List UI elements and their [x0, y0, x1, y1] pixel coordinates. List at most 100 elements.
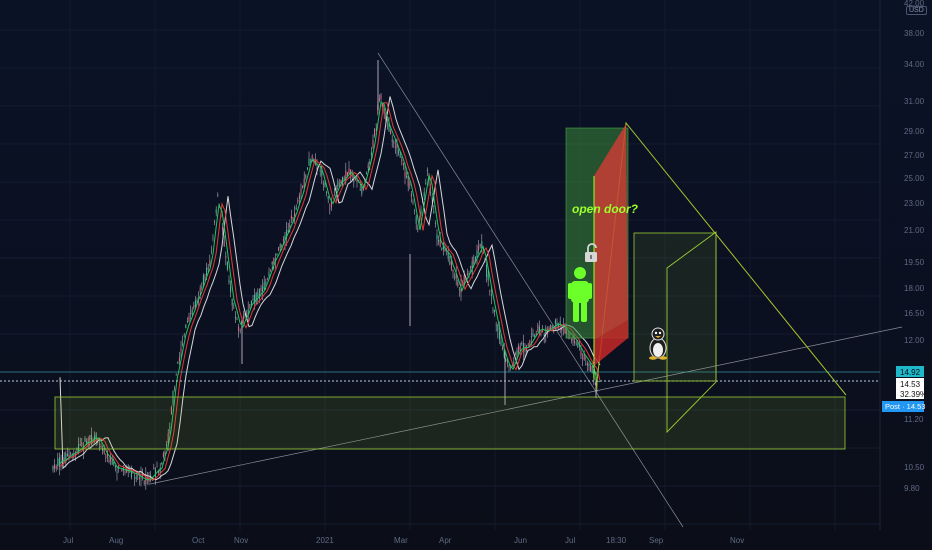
candle-body [268, 272, 270, 277]
candle-body [406, 175, 408, 178]
candle-body [426, 170, 428, 172]
candle-body [324, 182, 326, 188]
candle-body [278, 247, 280, 251]
candle-body [194, 300, 196, 307]
candle-body [57, 458, 59, 466]
candle-body [346, 172, 348, 176]
candle-body [495, 324, 497, 326]
candle-body [121, 469, 123, 472]
candle-body [466, 273, 468, 275]
candle-body [423, 192, 425, 197]
candle-body [398, 150, 400, 154]
candle-body [521, 342, 523, 344]
candle-body [425, 182, 427, 184]
candle-body [401, 159, 403, 162]
candle-body [502, 347, 504, 350]
chart-root: 42.00 38.00 34.00 31.00 29.00 27.00 25.00 23.00… [0, 0, 932, 550]
candle-body [537, 325, 539, 332]
candle-body [308, 158, 310, 166]
candle-body [498, 331, 500, 340]
y-tick-label: 18.00 [904, 284, 925, 293]
person-leg [573, 300, 579, 322]
candle-body [188, 316, 190, 322]
candle-body [319, 170, 321, 172]
candle-body [108, 460, 110, 463]
y-tick-label: 23.00 [904, 199, 925, 208]
x-tick-label: Mar [394, 536, 408, 545]
candle-body [420, 209, 422, 215]
candle-body [366, 172, 368, 174]
candle-body [505, 359, 507, 362]
candle-body [383, 109, 385, 115]
candle-body [390, 130, 392, 135]
candle-body [263, 282, 265, 289]
candle-body [518, 345, 520, 354]
candle-body [225, 256, 227, 258]
candle-body [534, 335, 536, 337]
candle-body [134, 477, 136, 479]
candle-body [114, 465, 116, 468]
candle-body [588, 364, 590, 367]
candle-body [394, 146, 396, 148]
support-zone [54, 396, 846, 450]
candle-body [404, 171, 406, 177]
candle-body [209, 260, 211, 265]
candle-body [186, 321, 188, 323]
candle-body [162, 453, 164, 457]
candle-body [489, 290, 491, 292]
y-tick-label: 10.50 [904, 463, 925, 472]
candle-body [585, 364, 587, 366]
candle-body [239, 330, 241, 332]
candle-body [226, 261, 228, 270]
y-tick-label: 29.00 [904, 127, 925, 136]
x-tick-label: Nov [234, 536, 248, 545]
candle-body [410, 194, 412, 197]
currency-badge[interactable]: USD [906, 6, 927, 15]
candle-body [58, 457, 60, 467]
candle-body [199, 287, 201, 293]
candle-body [372, 139, 374, 148]
candle-body [156, 466, 158, 468]
price-chart[interactable]: 42.0038.0034.0031.0029.0027.0025.0023.00… [0, 0, 932, 550]
candle-body [282, 238, 284, 241]
candle-body [231, 298, 233, 306]
candle-body [124, 471, 126, 473]
post-label: Post · 14.53 [882, 401, 925, 412]
candle-body [252, 299, 254, 301]
x-tick-label: Jul [565, 536, 575, 545]
candle-body [393, 141, 395, 144]
candle-body [530, 336, 532, 338]
x-tick-label: Nov [730, 536, 744, 545]
price-label-upper: 14.92 [896, 366, 924, 377]
candle-body [577, 344, 579, 348]
candle-body [204, 276, 206, 278]
x-tick-label: Apr [439, 536, 452, 545]
candle-body [52, 466, 54, 470]
candle-body [180, 348, 182, 352]
candle-body [452, 269, 454, 272]
candle-body [111, 460, 113, 465]
person-leg [581, 300, 587, 322]
tux-foot [659, 356, 667, 360]
candle-body [201, 286, 203, 288]
x-tick-label: Jun [514, 536, 527, 545]
candle-body [54, 464, 56, 469]
candle-body [228, 280, 230, 283]
candle-body [287, 230, 289, 232]
candle-body [105, 457, 107, 458]
candle-body [154, 468, 156, 478]
candle-body [415, 216, 417, 225]
candle-body [374, 129, 376, 136]
post-label-text: Post · 14.53 [885, 402, 925, 411]
candle-body [543, 333, 545, 336]
candle-body [70, 453, 72, 455]
candle-body [470, 266, 472, 268]
candle-body [234, 316, 236, 319]
candle-body [236, 319, 238, 321]
candle-body [206, 267, 208, 276]
candle-body [494, 309, 496, 312]
tux-icon [649, 327, 667, 360]
candle-body [386, 125, 388, 127]
candle-body [222, 226, 224, 231]
candle-body [273, 257, 275, 265]
